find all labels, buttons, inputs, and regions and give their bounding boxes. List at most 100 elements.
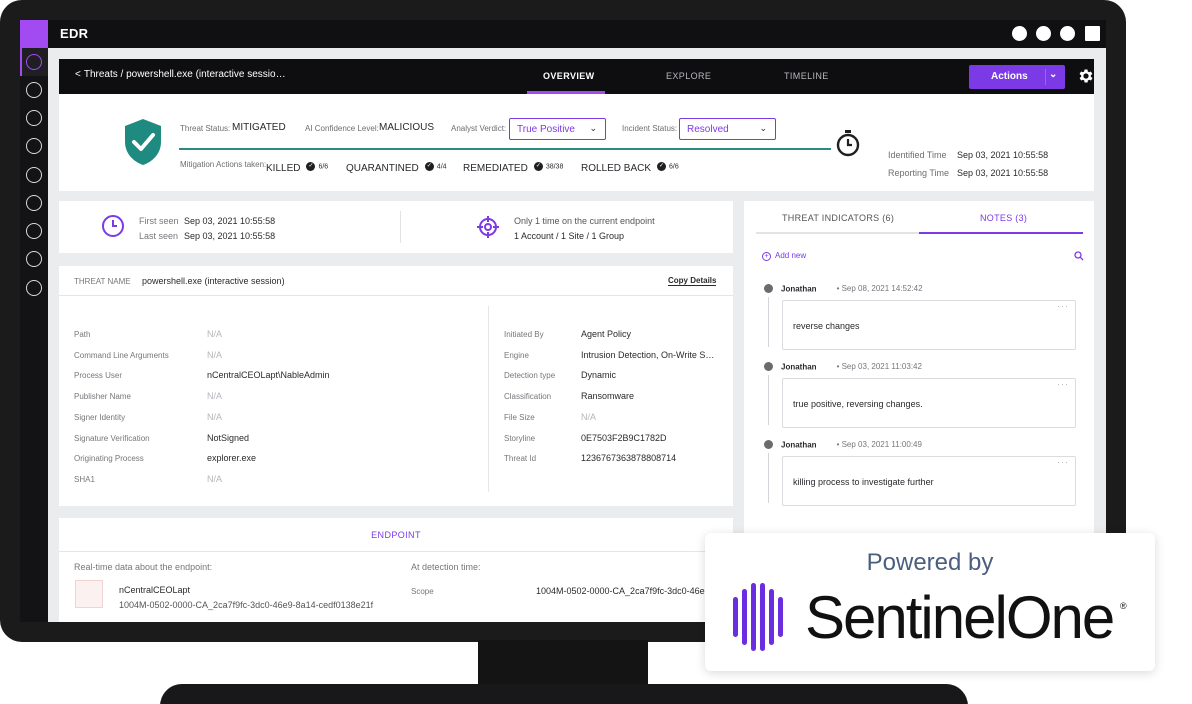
more-options-icon[interactable]: ··· [1057, 457, 1069, 467]
endpoint-image-icon [75, 580, 103, 608]
add-new-label: Add new [775, 251, 807, 260]
check-icon: ✓ [424, 162, 434, 172]
sentinelone-logo-icon [733, 583, 783, 651]
note-author: Jonathan [781, 440, 817, 450]
note-author: Jonathan [781, 284, 817, 294]
registered-mark: ® [1120, 601, 1127, 611]
check-icon: ✓ [306, 162, 316, 172]
incident-status-select[interactable]: Resolved ⌄ [679, 118, 776, 140]
left-key: Originating Process [74, 454, 144, 464]
more-options-icon[interactable]: ··· [1057, 379, 1069, 389]
threat-summary-card: Threat Status: MITIGATED AI Confidence L… [59, 94, 1094, 191]
note-thread-line [768, 375, 769, 425]
nav-item-3[interactable] [26, 110, 42, 126]
window-control-dot-2[interactable] [1036, 26, 1051, 41]
note-thread-line [768, 453, 769, 503]
nav-item-6[interactable] [26, 195, 42, 211]
endpoint-name[interactable]: nCentralCEOLapt [119, 585, 190, 595]
right-value: Ransomware [581, 391, 635, 402]
window-control-dot-1[interactable] [1012, 26, 1027, 41]
user-avatar-icon [764, 362, 773, 372]
nav-item-5[interactable] [26, 167, 42, 183]
mitigation-rolled-back-count: 6/6 [669, 163, 679, 171]
threat-details-card: THREAT NAME powershell.exe (interactive … [59, 266, 733, 506]
analyst-verdict-value: True Positive [517, 124, 575, 135]
note-time: • Sep 03, 2021 11:03:42 [836, 362, 922, 372]
actions-button[interactable]: Actions ⌄ [969, 65, 1065, 89]
chevron-down-icon: ⌄ [589, 123, 597, 133]
breadcrumb[interactable]: < Threats / powershell.exe (interactive s… [75, 69, 286, 80]
first-seen-value: Sep 03, 2021 10:55:58 [184, 216, 276, 226]
right-value: Agent Policy [581, 329, 632, 339]
reporting-time-value: Sep 03, 2021 10:55:58 [957, 168, 1049, 178]
threat-status-value: MITIGATED [232, 122, 286, 133]
sentinelone-wordmark: SentinelOne [805, 584, 1115, 651]
left-value: explorer.exe [207, 453, 257, 464]
analyst-verdict-select[interactable]: True Positive ⌄ [509, 118, 606, 140]
left-value: N/A [207, 391, 223, 402]
right-key: Detection type [504, 371, 556, 381]
left-key: Process User [74, 371, 123, 381]
left-key: SHA1 [74, 474, 95, 484]
window-control-dot-3[interactable] [1060, 26, 1075, 41]
monitor-stand-neck [478, 640, 648, 688]
details-column-divider [488, 306, 489, 492]
monitor-stand-base [160, 684, 968, 704]
breadcrumb-text: Threats / powershell.exe (interactive se… [83, 69, 286, 80]
mitigation-remediated-label: REMEDIATED [463, 163, 528, 174]
last-seen-value: Sep 03, 2021 10:55:58 [184, 231, 276, 241]
tab-overview[interactable]: OVERVIEW [543, 71, 595, 81]
note-thread-line [768, 297, 769, 347]
note-author: Jonathan [781, 362, 817, 372]
identified-time-label: Identified Time [888, 150, 947, 160]
check-icon: ✓ [533, 162, 543, 172]
gear-icon[interactable] [1077, 67, 1095, 85]
mitigation-killed-count: 6/6 [318, 163, 329, 171]
nav-item-7[interactable] [26, 223, 42, 239]
powered-by-text: Powered by [866, 549, 994, 576]
nav-item-2[interactable] [26, 82, 42, 98]
tab-threat-indicators[interactable]: THREAT INDICATORS (6) [782, 213, 894, 223]
left-value: N/A [207, 349, 223, 360]
more-options-icon[interactable]: ··· [1057, 301, 1069, 311]
user-avatar-icon [764, 440, 773, 450]
scope-label: Scope [411, 587, 434, 596]
nav-item-4[interactable] [26, 138, 42, 154]
window-control-square[interactable] [1085, 26, 1100, 41]
right-key: Initiated By [504, 330, 544, 339]
ai-confidence-label: AI Confidence Level: [305, 124, 379, 133]
stage: EDR < Threats / powershell.exe (interacti… [0, 0, 1192, 704]
right-key: File Size [504, 412, 535, 422]
note-3-header: Jonathan • Sep 03, 2021 11:00:49 [764, 440, 922, 450]
add-new-note-button[interactable]: + Add new [762, 251, 806, 261]
incident-status-label: Incident Status: [622, 124, 678, 133]
note-time: • Sep 03, 2021 11:00:49 [836, 440, 922, 450]
tab-explore[interactable]: EXPLORE [666, 71, 711, 81]
note-text: killing process to investigate further [793, 477, 934, 487]
chevron-down-icon: ⌄ [1049, 69, 1058, 80]
tab-timeline[interactable]: TIMELINE [784, 71, 829, 81]
note-2-box[interactable]: true positive, reversing changes. ··· [782, 378, 1076, 428]
copy-details-link[interactable]: Copy Details [668, 276, 717, 286]
nav-item-8[interactable] [26, 251, 42, 267]
user-avatar-icon [764, 284, 773, 294]
endpoint-card: ENDPOINT Real-time data about the endpoi… [59, 518, 733, 622]
crosshair-icon [477, 216, 499, 238]
tab-notes[interactable]: NOTES (3) [980, 213, 1027, 223]
left-key: Signer Identity [74, 412, 126, 422]
left-key: Path [74, 330, 91, 339]
identified-time-value: Sep 03, 2021 10:55:58 [957, 150, 1049, 160]
analyst-verdict-label: Analyst Verdict: [451, 124, 507, 133]
top-bar: < Threats / powershell.exe (interactive s… [59, 59, 1094, 94]
nav-item-9[interactable] [26, 280, 42, 296]
nav-item-1[interactable] [26, 54, 42, 70]
right-key: Engine [504, 350, 529, 360]
search-icon[interactable] [1074, 251, 1084, 261]
note-1-box[interactable]: reverse changes ··· [782, 300, 1076, 350]
left-value: N/A [207, 411, 223, 422]
mitigation-rolled-back-label: ROLLED BACK [581, 163, 652, 174]
right-value: Dynamic [581, 370, 617, 381]
scope-value: 1004M-0502-0000-CA_2ca7f9fc-3dc0-46e [536, 586, 705, 596]
seen-divider [400, 211, 401, 243]
note-3-box[interactable]: killing process to investigate further ··… [782, 456, 1076, 506]
